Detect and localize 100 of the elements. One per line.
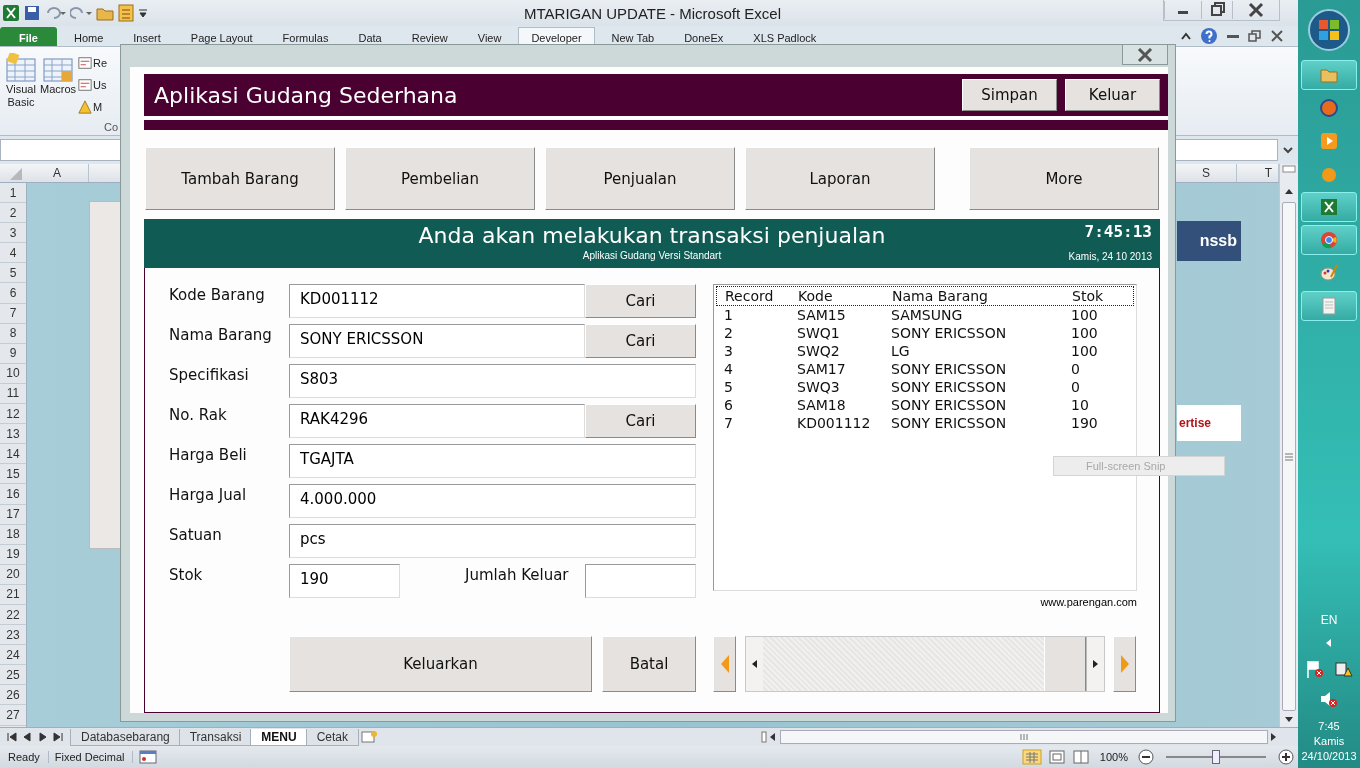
column-header[interactable]: A <box>26 164 89 182</box>
ribbon-tab[interactable]: Formulas <box>269 27 342 46</box>
row-header[interactable]: 19 <box>0 544 26 565</box>
taskbar-app[interactable] <box>1301 192 1357 222</box>
row-header[interactable]: 20 <box>0 564 26 585</box>
vertical-scrollbar[interactable] <box>1279 164 1298 727</box>
input-field[interactable]: TGAJTA <box>289 444 696 478</box>
ribbon-tab[interactable]: XLS Padlock <box>740 27 830 46</box>
zoom-level[interactable]: 100% <box>1095 751 1132 763</box>
row-header[interactable]: 24 <box>0 645 26 666</box>
next-record-button[interactable] <box>1113 636 1136 692</box>
taskbar-app[interactable] <box>1301 60 1357 90</box>
row-header[interactable]: 26 <box>0 685 26 706</box>
input-field[interactable]: SONY ERICSSON <box>289 324 585 358</box>
input-field[interactable]: 4.000.000 <box>289 484 696 518</box>
row-header[interactable]: 16 <box>0 484 26 505</box>
show-hidden-icons-icon[interactable] <box>1324 637 1334 649</box>
start-orb-icon[interactable] <box>1307 8 1351 52</box>
row-header[interactable]: 23 <box>0 625 26 646</box>
clock[interactable]: 7:45 Kamis 24/10/2013 <box>1301 719 1357 764</box>
ribbon-tab[interactable]: Home <box>60 27 117 46</box>
ribbon-button[interactable]: M <box>78 97 108 116</box>
sheet-tab[interactable]: Transaksi <box>178 728 253 746</box>
action-button[interactable]: Batal <box>602 636 696 692</box>
input-field[interactable]: S803 <box>289 364 696 398</box>
ribbon-button[interactable]: Visual Basic <box>4 53 38 116</box>
close-icon[interactable] <box>1270 30 1284 42</box>
flag-warning-icon[interactable] <box>1305 659 1325 679</box>
restore-icon[interactable] <box>1248 30 1262 42</box>
grip-icon[interactable] <box>1284 452 1294 461</box>
header-button[interactable]: Keluar <box>1065 79 1160 111</box>
page-break-icon[interactable] <box>1071 749 1090 765</box>
ribbon-tab[interactable]: DoneEx <box>671 27 737 46</box>
row-header[interactable]: 7 <box>0 303 26 324</box>
zoom-in-icon[interactable] <box>1278 749 1294 765</box>
row-header[interactable]: 6 <box>0 283 26 304</box>
zoom-out-icon[interactable] <box>1138 749 1154 765</box>
taskbar-app[interactable] <box>1301 225 1357 255</box>
row-header[interactable]: 10 <box>0 363 26 384</box>
record-scrollbar[interactable] <box>745 636 1105 692</box>
row-header[interactable]: 1 <box>0 183 26 204</box>
menu-button[interactable]: Laporan <box>745 147 935 210</box>
row-header[interactable]: 4 <box>0 243 26 264</box>
input-field[interactable]: 190 <box>289 564 400 598</box>
row-header[interactable]: 13 <box>0 424 26 445</box>
row-header[interactable]: 25 <box>0 665 26 686</box>
row-header[interactable]: 18 <box>0 524 26 545</box>
normal-view-icon[interactable] <box>1021 749 1042 765</box>
scroll-thumb[interactable] <box>1044 637 1086 691</box>
ribbon-tab[interactable]: Review <box>398 27 461 46</box>
row-header[interactable]: 15 <box>0 464 26 485</box>
ribbon-tab[interactable]: New Tab <box>598 27 668 46</box>
sheet-tab[interactable]: Databasebarang <box>70 728 181 746</box>
row-header[interactable]: 22 <box>0 604 26 626</box>
menu-button[interactable]: Tambah Barang <box>145 147 335 210</box>
sheet-tab[interactable]: Cetak <box>305 728 359 746</box>
menu-button[interactable]: Pembelian <box>345 147 535 210</box>
row-header[interactable]: 3 <box>0 223 26 244</box>
ribbon-button[interactable]: Us <box>78 75 108 94</box>
menu-button[interactable]: Penjualan <box>545 147 735 210</box>
row-header[interactable]: 8 <box>0 323 26 344</box>
taskbar-app[interactable] <box>1301 291 1357 321</box>
help-icon[interactable] <box>1200 27 1218 45</box>
action-button[interactable]: Keluarkan <box>289 636 592 692</box>
row-header[interactable]: 27 <box>0 705 26 726</box>
close-button[interactable] <box>1122 45 1168 65</box>
power-warning-icon[interactable] <box>1333 659 1353 679</box>
row-header[interactable]: 11 <box>0 383 26 405</box>
save-icon[interactable] <box>24 5 40 21</box>
header-button[interactable]: Simpan <box>962 79 1057 111</box>
redo-icon[interactable] <box>70 5 92 21</box>
page-layout-icon[interactable] <box>1047 749 1066 765</box>
ribbon-tab[interactable]: Page Layout <box>177 27 266 46</box>
row-header[interactable]: 17 <box>0 504 26 525</box>
input-field[interactable]: KD001112 <box>289 284 585 318</box>
search-button[interactable]: Cari <box>585 324 696 358</box>
macro-record-icon[interactable] <box>139 749 158 765</box>
row-header[interactable]: 21 <box>0 584 26 605</box>
ribbon-tab[interactable]: View <box>464 27 515 46</box>
previous-record-button[interactable] <box>713 636 736 692</box>
speaker-muted-icon[interactable] <box>1319 689 1339 709</box>
folder-icon[interactable] <box>96 5 114 21</box>
menu-button[interactable]: More <box>969 147 1159 210</box>
input-field[interactable] <box>585 564 696 598</box>
ribbon-tab[interactable]: Data <box>345 27 395 46</box>
ribbon-button[interactable]: Macros <box>39 53 78 116</box>
row-header[interactable]: 2 <box>0 203 26 224</box>
ribbon-tab[interactable]: Insert <box>120 27 174 46</box>
ribbon-button[interactable]: Re <box>78 53 108 72</box>
input-field[interactable]: RAK4296 <box>289 404 585 438</box>
search-button[interactable]: Cari <box>585 404 696 438</box>
input-field[interactable]: pcs <box>289 524 696 558</box>
collapse-ribbon-icon[interactable] <box>1180 31 1192 41</box>
row-header[interactable]: 14 <box>0 444 26 465</box>
ribbon-tab[interactable]: File <box>0 27 57 46</box>
search-button[interactable]: Cari <box>585 284 696 318</box>
undo-icon[interactable] <box>44 5 66 21</box>
grip-icon[interactable] <box>1019 733 1029 741</box>
row-header[interactable]: 9 <box>0 343 26 364</box>
row-header[interactable]: 5 <box>0 263 26 284</box>
